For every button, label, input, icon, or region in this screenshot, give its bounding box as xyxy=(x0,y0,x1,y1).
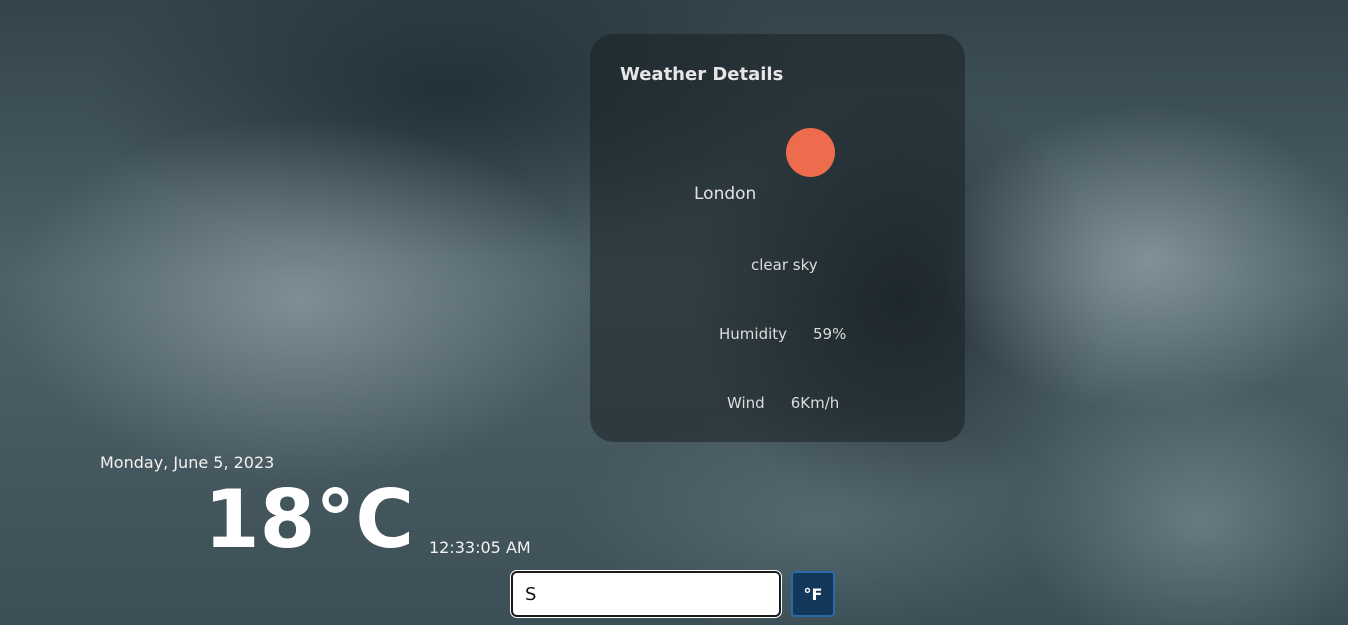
wind-value: 6Km/h xyxy=(790,394,840,412)
wind-row: Wind 6Km/h xyxy=(727,394,839,412)
city-name: London xyxy=(694,184,757,204)
current-date: Monday, June 5, 2023 xyxy=(100,453,275,472)
current-time: 12:33:05 AM xyxy=(429,538,531,557)
wind-label: Wind xyxy=(727,394,765,412)
humidity-value: 59% xyxy=(813,325,847,343)
sun-icon xyxy=(786,128,835,177)
card-title: Weather Details xyxy=(620,64,784,85)
weather-description: clear sky xyxy=(751,256,818,274)
weather-details-card: Weather Details London clear sky Humidit… xyxy=(590,34,965,442)
city-search-input[interactable] xyxy=(510,570,782,618)
humidity-label: Humidity xyxy=(719,325,788,343)
humidity-row: Humidity 59% xyxy=(719,325,846,343)
unit-toggle-button[interactable]: °F xyxy=(791,571,835,617)
temperature: 18°C xyxy=(204,473,415,566)
